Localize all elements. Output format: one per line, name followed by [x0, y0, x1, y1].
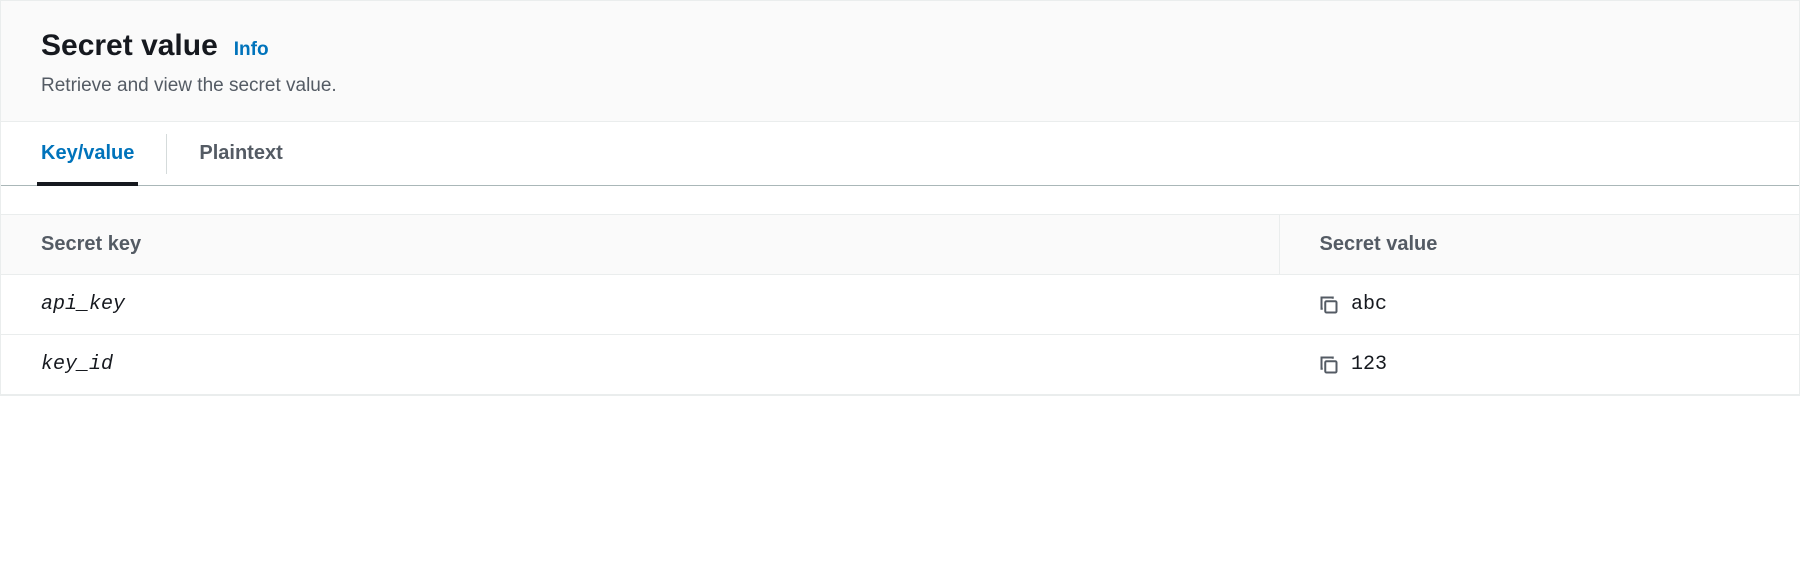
secret-value-text: abc — [1351, 293, 1387, 316]
copy-icon[interactable] — [1319, 295, 1339, 315]
table-row: key_id 123 — [1, 335, 1799, 395]
value-wrap: abc — [1319, 293, 1759, 316]
column-header-key: Secret key — [1, 215, 1279, 275]
table-container: Secret key Secret value api_key — [1, 186, 1799, 395]
table-header-row: Secret key Secret value — [1, 215, 1799, 275]
secret-value-panel: Secret value Info Retrieve and view the … — [0, 0, 1800, 396]
panel-header: Secret value Info Retrieve and view the … — [1, 1, 1799, 122]
secret-key-cell: api_key — [1, 275, 1279, 335]
column-header-value: Secret value — [1279, 215, 1799, 275]
secret-value-cell: 123 — [1279, 335, 1799, 395]
tab-keyvalue[interactable]: Key/value — [41, 122, 134, 185]
secrets-table: Secret key Secret value api_key — [1, 214, 1799, 395]
secret-value-text: 123 — [1351, 353, 1387, 376]
table-row: api_key abc — [1, 275, 1799, 335]
info-link[interactable]: Info — [234, 39, 269, 61]
value-wrap: 123 — [1319, 353, 1759, 376]
panel-title: Secret value — [41, 29, 218, 63]
tabs: Key/value Plaintext — [1, 122, 1799, 186]
secret-key-cell: key_id — [1, 335, 1279, 395]
panel-title-row: Secret value Info — [41, 29, 1759, 63]
tab-plaintext[interactable]: Plaintext — [199, 122, 282, 185]
copy-icon[interactable] — [1319, 355, 1339, 375]
tab-divider — [166, 134, 167, 174]
secret-value-cell: abc — [1279, 275, 1799, 335]
panel-description: Retrieve and view the secret value. — [41, 75, 1759, 97]
